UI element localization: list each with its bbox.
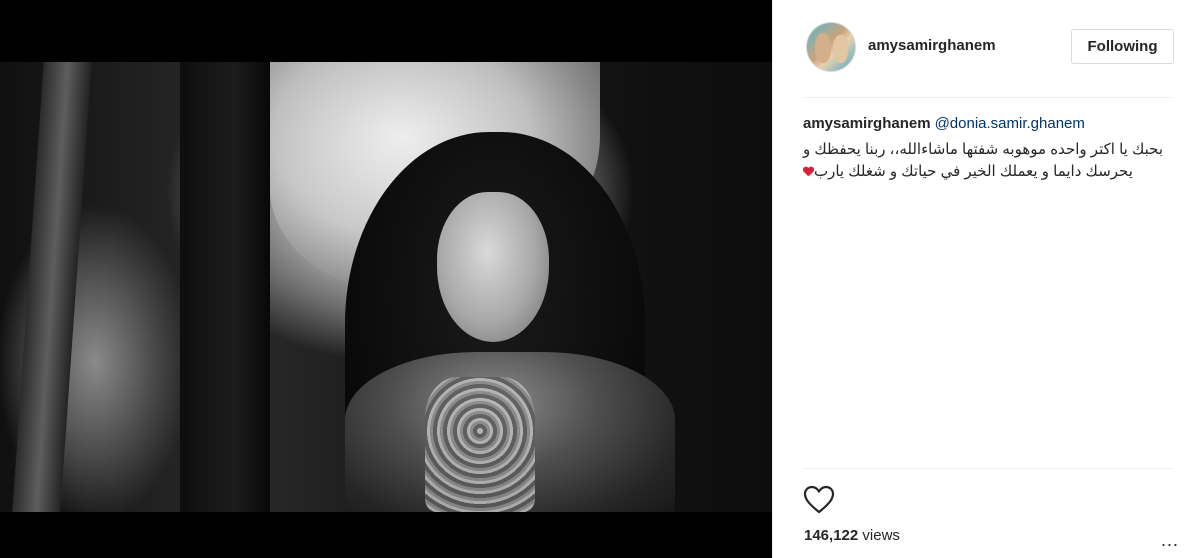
- red-heart-icon: [803, 167, 814, 177]
- caption-mention[interactable]: @donia.samir.ghanem: [935, 115, 1085, 132]
- author-username[interactable]: amysamirghanem: [868, 37, 996, 54]
- actions-divider: [803, 468, 1173, 469]
- video-frame[interactable]: [0, 62, 772, 512]
- post-header: amysamirghanem Following: [773, 0, 1200, 98]
- post-video[interactable]: [0, 0, 772, 558]
- heart-outline-icon[interactable]: [803, 485, 835, 515]
- author-avatar[interactable]: [806, 22, 856, 72]
- views-count: 146,122 views: [804, 527, 900, 544]
- post-caption: amysamirghanem @donia.samir.ghanem بحبك ي…: [803, 115, 1175, 183]
- performer-face: [437, 192, 549, 342]
- caption-header-line: amysamirghanem @donia.samir.ghanem: [803, 115, 1175, 133]
- caption-text-block: بحبك يا اكتر واحده موهوبه شفتها ماشاءالل…: [803, 139, 1175, 183]
- more-options-icon[interactable]: ...: [1161, 530, 1179, 551]
- views-number: 146,122: [804, 527, 859, 544]
- post-side-panel: amysamirghanem Following amysamirghanem @…: [772, 0, 1200, 558]
- following-button[interactable]: Following: [1071, 29, 1174, 64]
- header-divider: [803, 97, 1173, 98]
- background-pillar: [180, 62, 270, 512]
- caption-username[interactable]: amysamirghanem: [803, 115, 931, 132]
- views-label: views: [862, 527, 900, 544]
- caption-text: بحبك يا اكتر واحده موهوبه شفتها ماشاءالل…: [803, 141, 1164, 180]
- costume-embroidery: [425, 377, 535, 512]
- background-beam: [12, 62, 92, 512]
